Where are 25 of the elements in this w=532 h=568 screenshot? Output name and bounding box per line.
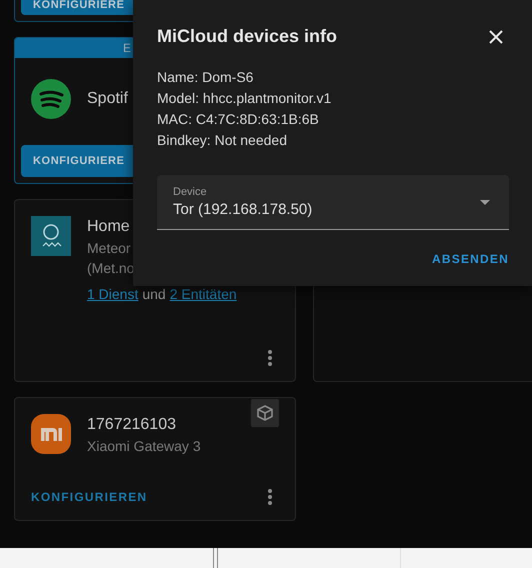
info-line: MAC: C4:7C:8D:63:1B:6B <box>157 110 320 129</box>
info-line: Name: Dom-S6 <box>157 68 254 87</box>
spotify-logo-icon <box>31 79 71 119</box>
device-model: Xiaomi Gateway 3 <box>87 437 201 456</box>
services-link[interactable]: 1 Dienst <box>87 286 138 302</box>
info-line: Model: hhcc.plantmonitor.v1 <box>157 89 332 108</box>
device-select[interactable]: Device Tor (192.168.178.50) <box>157 175 509 230</box>
device-id: 1767216103 <box>87 415 177 435</box>
integration-name: Home <box>87 217 131 237</box>
info-line: Bindkey: Not needed <box>157 131 288 150</box>
integration-subtitle: (Met.no <box>87 259 134 278</box>
more-options-icon[interactable] <box>267 349 273 367</box>
close-icon[interactable] <box>489 30 503 44</box>
integration-subtitle: Meteor <box>87 239 132 258</box>
integration-name: Spotif <box>87 90 128 108</box>
more-options-icon[interactable] <box>267 488 273 506</box>
mi-logo-icon <box>31 414 71 454</box>
configure-button[interactable]: KONFIGURIEREN <box>31 490 148 504</box>
weather-logo-icon <box>31 216 71 256</box>
entities-link[interactable]: 2 Entitäten <box>170 286 237 302</box>
dialog-title: MiCloud devices info <box>157 26 338 47</box>
link-joiner: und <box>142 286 166 302</box>
banner-text: E <box>123 41 132 55</box>
dropdown-caret-icon <box>480 200 490 204</box>
submit-button[interactable]: ABSENDEN <box>432 248 509 270</box>
